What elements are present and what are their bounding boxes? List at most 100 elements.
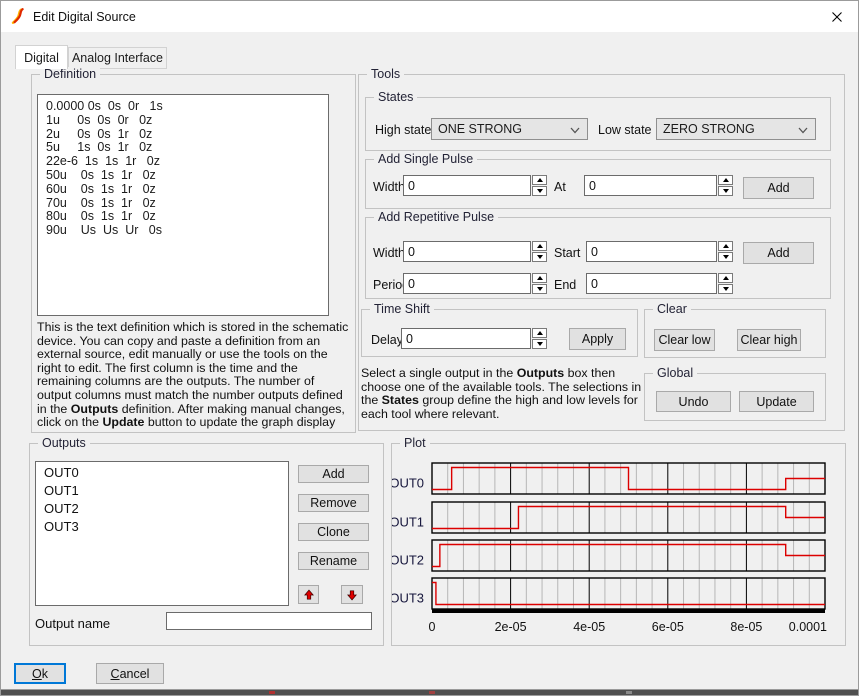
close-button[interactable] — [824, 6, 850, 27]
apply-button[interactable]: Apply — [569, 328, 626, 350]
rep-start-label: Start — [554, 246, 580, 260]
move-down-button[interactable] — [341, 585, 363, 604]
delay-input[interactable] — [401, 328, 531, 349]
low-state-combobox[interactable]: ZERO STRONG — [656, 118, 816, 140]
definition-textarea[interactable]: 0.0000 0s 0s 0r 1s 1u 0s 0s 0r 0z 2u 0s … — [37, 94, 329, 316]
tab-analog-interface[interactable]: Analog Interface — [68, 47, 167, 69]
single-pulse-legend: Add Single Pulse — [374, 152, 477, 166]
single-width-spinner — [532, 175, 547, 196]
list-item[interactable]: OUT3 — [36, 518, 288, 536]
delay-label: Delay — [371, 333, 403, 347]
svg-text:OUT2: OUT2 — [392, 553, 424, 568]
cancel-label: C — [111, 667, 120, 681]
spin-up-icon[interactable] — [532, 273, 547, 283]
spin-up-icon[interactable] — [532, 175, 547, 185]
spin-down-icon[interactable] — [532, 339, 547, 349]
title-bar: Edit Digital Source — [1, 1, 858, 32]
definition-legend: Definition — [40, 67, 100, 81]
spin-up-icon[interactable] — [532, 241, 547, 251]
chevron-down-icon — [798, 127, 808, 134]
cancel-label-rest: ancel — [120, 667, 150, 681]
spin-up-icon[interactable] — [532, 328, 547, 338]
svg-text:OUT0: OUT0 — [392, 476, 424, 491]
spin-down-icon[interactable] — [718, 284, 733, 294]
repetitive-pulse-legend: Add Repetitive Pulse — [374, 210, 498, 224]
single-at-spinner — [718, 175, 733, 196]
rep-end-input[interactable] — [586, 273, 717, 294]
single-width-input[interactable] — [403, 175, 531, 196]
ok-label: O — [32, 667, 42, 681]
svg-text:OUT1: OUT1 — [392, 515, 424, 530]
svg-text:0: 0 — [429, 620, 436, 634]
high-state-value: ONE STRONG — [438, 122, 522, 136]
clone-output-button[interactable]: Clone — [298, 523, 369, 541]
remove-output-button[interactable]: Remove — [298, 494, 369, 512]
spin-up-icon[interactable] — [718, 273, 733, 283]
repetitive-pulse-add-button[interactable]: Add — [743, 242, 814, 264]
taskbar-sliver — [1, 689, 858, 695]
tools-legend: Tools — [367, 67, 404, 81]
clear-low-button[interactable]: Clear low — [654, 329, 715, 351]
chevron-down-icon — [570, 127, 580, 134]
rep-end-spinner — [718, 273, 733, 294]
delay-spinner — [532, 328, 547, 349]
outputs-legend: Outputs — [38, 436, 90, 450]
rep-period-spinner — [532, 273, 547, 294]
plot-group: Plot OUT0OUT1OUT2OUT302e-054e-056e-058e-… — [391, 443, 846, 646]
rename-output-button[interactable]: Rename — [298, 552, 369, 570]
spin-down-icon[interactable] — [532, 252, 547, 262]
outputs-listbox[interactable]: OUT0OUT1OUT2OUT3 — [35, 461, 289, 606]
window-title: Edit Digital Source — [33, 10, 136, 24]
plot-canvas: OUT0 OUT1 OUT2 OUT3 0 2e-05 4e-05 6e-05 8e-05 0.0… — [392, 444, 845, 650]
definition-help-text: This is the text definition which is sto… — [37, 321, 351, 430]
spin-up-icon[interactable] — [718, 175, 733, 185]
rep-width-label: Width — [373, 246, 405, 260]
single-at-label: At — [554, 180, 566, 194]
undo-button[interactable]: Undo — [656, 391, 731, 412]
list-item[interactable]: OUT2 — [36, 500, 288, 518]
low-state-label: Low state — [598, 123, 652, 137]
spin-down-icon[interactable] — [718, 252, 733, 262]
rep-start-input[interactable] — [586, 241, 717, 262]
single-width-label: Width — [373, 180, 405, 194]
spin-down-icon[interactable] — [718, 186, 733, 196]
spin-up-icon[interactable] — [718, 241, 733, 251]
red-arrow-up-icon — [302, 588, 316, 602]
svg-text:2e-05: 2e-05 — [495, 620, 527, 634]
svg-text:OUT3: OUT3 — [392, 591, 424, 606]
high-state-combobox[interactable]: ONE STRONG — [431, 118, 588, 140]
rep-width-input[interactable] — [403, 241, 531, 262]
low-state-value: ZERO STRONG — [663, 122, 755, 136]
ok-button[interactable]: Ok — [14, 663, 66, 684]
states-legend: States — [374, 90, 417, 104]
single-at-input[interactable] — [584, 175, 717, 196]
list-item[interactable]: OUT1 — [36, 482, 288, 500]
single-pulse-add-button[interactable]: Add — [743, 177, 814, 199]
svg-text:6e-05: 6e-05 — [652, 620, 684, 634]
clear-legend: Clear — [653, 302, 691, 316]
rep-end-label: End — [554, 278, 576, 292]
move-up-button[interactable] — [298, 585, 319, 604]
edit-digital-source-dialog: Edit Digital Source Digital Analog Inter… — [0, 0, 859, 696]
add-output-button[interactable]: Add — [298, 465, 369, 483]
svg-text:8e-05: 8e-05 — [730, 620, 762, 634]
rep-period-input[interactable] — [403, 273, 531, 294]
close-icon — [831, 11, 843, 23]
output-name-input[interactable] — [166, 612, 372, 630]
ok-label-rest: k — [42, 667, 48, 681]
svg-text:0.0001: 0.0001 — [789, 620, 827, 634]
cancel-button[interactable]: Cancel — [96, 663, 164, 684]
time-shift-legend: Time Shift — [370, 302, 434, 316]
svg-text:4e-05: 4e-05 — [573, 620, 605, 634]
spin-down-icon[interactable] — [532, 186, 547, 196]
tab-digital[interactable]: Digital — [15, 45, 68, 69]
spin-down-icon[interactable] — [532, 284, 547, 294]
global-legend: Global — [653, 366, 697, 380]
update-button[interactable]: Update — [739, 391, 814, 412]
clear-high-button[interactable]: Clear high — [737, 329, 801, 351]
tab-digital-label: Digital — [24, 51, 59, 65]
red-arrow-down-icon — [345, 588, 359, 602]
rep-start-spinner — [718, 241, 733, 262]
tools-help-text: Select a single output in the Outputs bo… — [361, 367, 643, 421]
list-item[interactable]: OUT0 — [36, 464, 288, 482]
